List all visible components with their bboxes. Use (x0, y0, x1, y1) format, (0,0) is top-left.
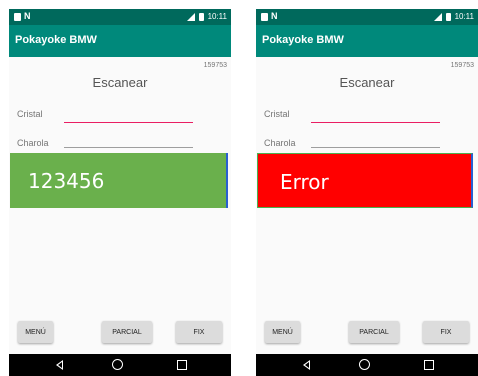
parcial-button[interactable]: PARCIAL (349, 321, 399, 343)
code-label: 159753 (450, 62, 474, 69)
menu-button[interactable]: MENÚ (18, 321, 53, 343)
result-panel-success: 123456 (10, 153, 228, 208)
shopping-bag-icon (261, 12, 268, 21)
result-text: Error (280, 170, 329, 194)
content-area: 159753 Escanear Cristal Charola Error ME… (256, 57, 478, 343)
home-icon[interactable] (359, 359, 370, 370)
result-text: 123456 (28, 169, 105, 193)
recent-apps-icon[interactable] (177, 360, 187, 370)
signal-icon (186, 12, 195, 21)
charola-input[interactable] (311, 147, 440, 148)
page-heading: Escanear (92, 75, 148, 90)
shopping-bag-icon (14, 12, 21, 21)
charola-label: Charola (264, 138, 296, 148)
navigation-bar (9, 354, 231, 376)
n-notification-icon: N (24, 11, 31, 21)
battery-icon (445, 12, 451, 21)
signal-icon (433, 12, 442, 21)
fix-button[interactable]: FIX (423, 321, 469, 343)
cristal-input[interactable] (64, 122, 193, 123)
phone-screen-right: N 10:11 Pokayoke BMW 159753 Escanear Cri… (256, 9, 478, 376)
code-label: 159753 (203, 62, 227, 69)
cristal-input[interactable] (311, 122, 440, 123)
fix-button[interactable]: FIX (176, 321, 222, 343)
parcial-button[interactable]: PARCIAL (102, 321, 152, 343)
cristal-label: Cristal (17, 109, 43, 119)
n-notification-icon: N (271, 11, 278, 21)
recent-apps-icon[interactable] (424, 360, 434, 370)
app-title: Pokayoke BMW (15, 34, 97, 46)
home-icon[interactable] (112, 359, 123, 370)
menu-button[interactable]: MENÚ (265, 321, 300, 343)
status-bar: N 10:11 (9, 9, 231, 25)
phone-screen-left: N 10:11 Pokayoke BMW 159753 Escanear Cri… (9, 9, 231, 376)
content-area: 159753 Escanear Cristal Charola 123456 M… (9, 57, 231, 343)
app-title: Pokayoke BMW (262, 34, 344, 46)
navigation-bar (256, 354, 478, 376)
result-panel-error: Error (257, 153, 473, 208)
charola-label: Charola (17, 138, 49, 148)
back-icon[interactable] (303, 360, 310, 370)
status-bar: N 10:11 (256, 9, 478, 25)
status-time: 10:11 (207, 12, 227, 21)
page-heading: Escanear (339, 75, 395, 90)
app-bar: Pokayoke BMW (256, 25, 478, 57)
app-bar: Pokayoke BMW (9, 25, 231, 57)
status-time: 10:11 (454, 12, 474, 21)
charola-input[interactable] (64, 147, 193, 148)
battery-icon (198, 12, 204, 21)
back-icon[interactable] (56, 360, 63, 370)
cristal-label: Cristal (264, 109, 290, 119)
